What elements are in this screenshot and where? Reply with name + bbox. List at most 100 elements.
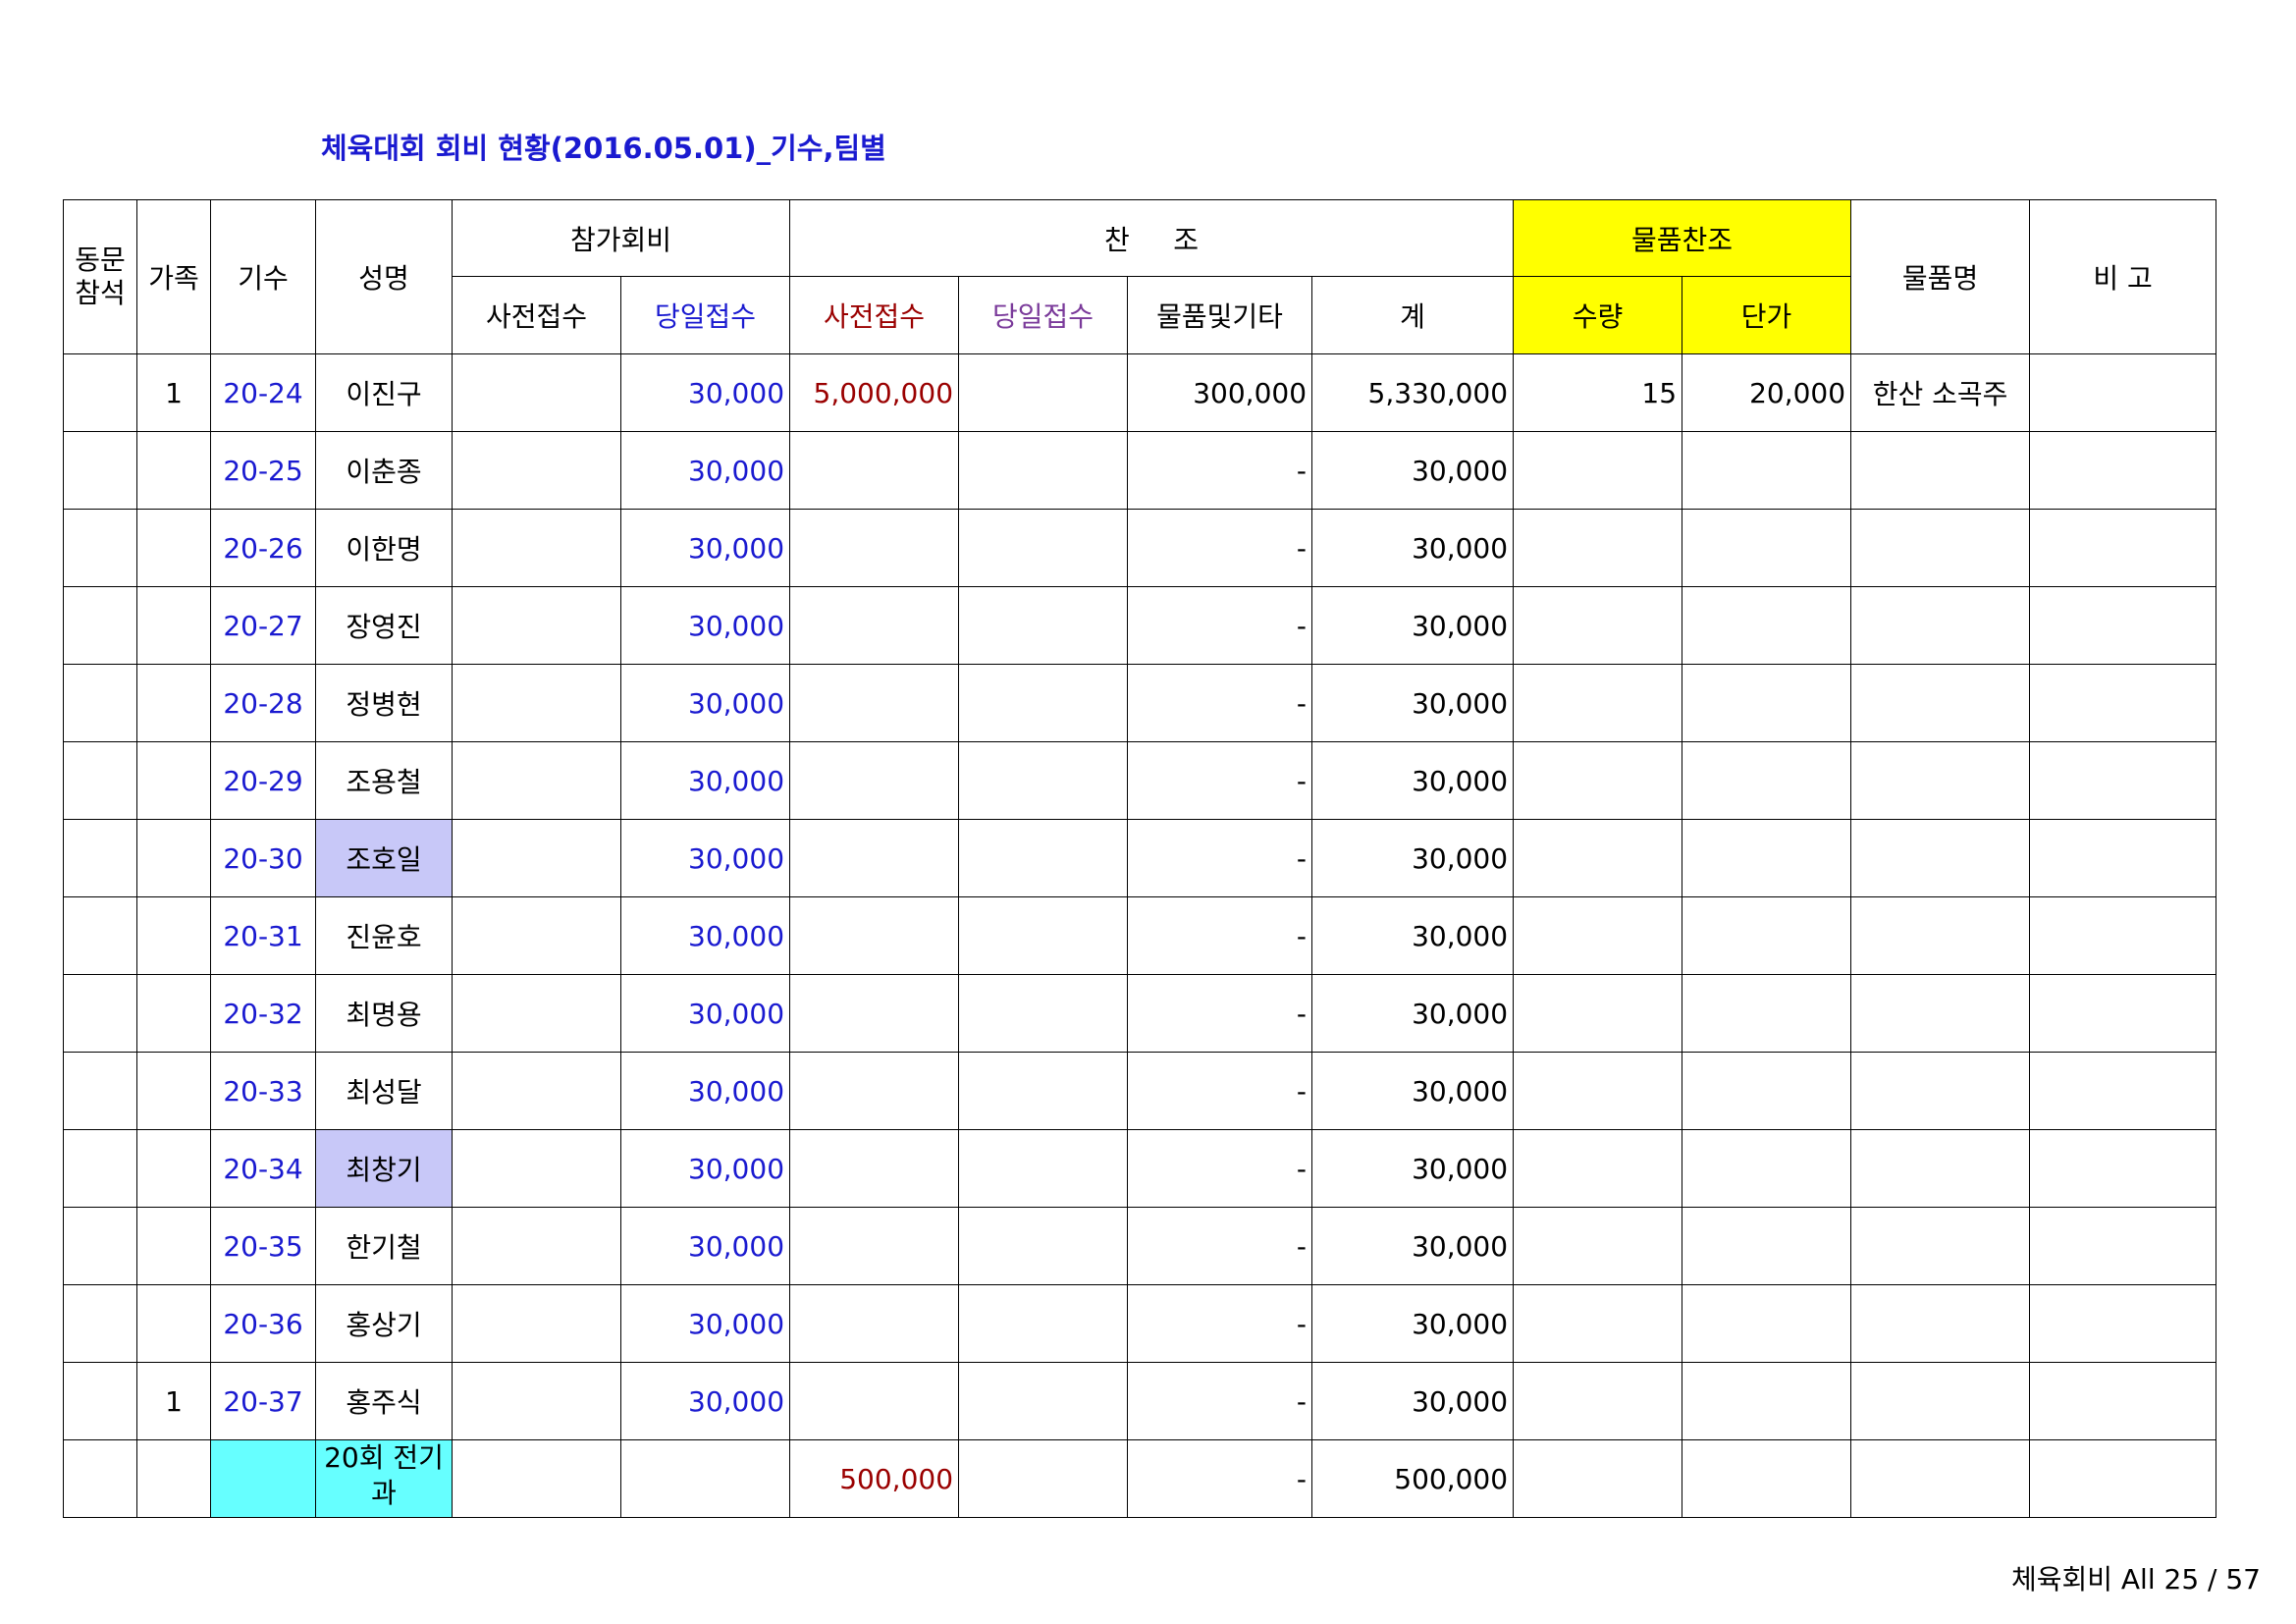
table-row: 20-36 홍상기 30,000-30,000 <box>63 1284 2217 1363</box>
cell-sponsor-goods: - <box>1127 896 1313 975</box>
cell-sponsor-pre: 5,000,000 <box>789 353 960 432</box>
header-gisu: 기수 <box>210 199 316 354</box>
cell-goods-name <box>1850 1284 2031 1363</box>
cell-sponsor-total: 30,000 <box>1311 431 1515 510</box>
cell-sponsor-goods: - <box>1127 1362 1313 1440</box>
table-row: 1 20-37 홍주식 30,000-30,000 <box>63 1362 2217 1440</box>
summary-sponsor-total: 500,000 <box>1311 1439 1515 1518</box>
cell-sponsor-goods: - <box>1127 819 1313 897</box>
cell-sponsor-goods: - <box>1127 586 1313 665</box>
cell-fee-day: 30,000 <box>619 974 791 1053</box>
cell-sponsor-day <box>958 353 1129 432</box>
cell-goods-name <box>1850 586 2031 665</box>
cell-gisu: 20-30 <box>210 819 316 897</box>
header-fee-day: 당일접수 <box>619 276 791 354</box>
cell-fee-day: 30,000 <box>619 509 791 587</box>
cell-gisu: 20-29 <box>210 741 316 820</box>
cell-goods-name <box>1850 896 2031 975</box>
cell-sponsor-goods: - <box>1127 1207 1313 1285</box>
cell-goods-name <box>1850 741 2031 820</box>
cell-sponsor-day <box>958 431 1129 510</box>
cell-fee-pre <box>452 509 621 587</box>
cell-note <box>2029 1362 2217 1440</box>
cell-sponsor-total: 30,000 <box>1311 974 1515 1053</box>
cell-sponsor-day <box>958 741 1129 820</box>
cell-name: 장영진 <box>315 586 453 665</box>
cell-fee-pre <box>452 896 621 975</box>
cell-sponsor-day <box>958 509 1129 587</box>
cell-sponsor-total: 30,000 <box>1311 1362 1515 1440</box>
cell-sponsor-day <box>958 586 1129 665</box>
cell-sponsor-pre <box>789 896 960 975</box>
cell-sponsor-pre <box>789 1052 960 1130</box>
cell-gisu: 20-32 <box>210 974 316 1053</box>
cell-sponsor-day <box>958 819 1129 897</box>
cell-qty <box>1513 1207 1683 1285</box>
cell-sponsor-pre <box>789 1284 960 1363</box>
cell-gisu: 20-33 <box>210 1052 316 1130</box>
cell-sponsor-pre <box>789 1362 960 1440</box>
cell-fee-pre <box>452 353 621 432</box>
cell-goods-name <box>1850 1052 2031 1130</box>
summary-note <box>2029 1439 2217 1518</box>
cell-qty <box>1513 1052 1683 1130</box>
table-row: 20-26 이한명 30,000-30,000 <box>63 509 2217 587</box>
cell-goods-name <box>1850 1129 2031 1208</box>
summary-row: 20회 전기과 500,000-500,000 <box>63 1439 2217 1518</box>
cell-fee-pre <box>452 1207 621 1285</box>
cell-sponsor-total: 30,000 <box>1311 1207 1515 1285</box>
cell-fee-pre <box>452 974 621 1053</box>
cell-note <box>2029 509 2217 587</box>
cell-qty <box>1513 819 1683 897</box>
cell-attend <box>63 896 137 975</box>
cell-sponsor-pre <box>789 1207 960 1285</box>
cell-sponsor-pre <box>789 819 960 897</box>
cell-name: 조용철 <box>315 741 453 820</box>
cell-fee-pre <box>452 1362 621 1440</box>
cell-sponsor-goods: - <box>1127 664 1313 742</box>
summary-sponsor-goods: - <box>1127 1439 1313 1518</box>
cell-qty <box>1513 896 1683 975</box>
cell-family <box>136 896 211 975</box>
summary-family <box>136 1439 211 1518</box>
cell-note <box>2029 664 2217 742</box>
cell-attend <box>63 1052 137 1130</box>
cell-sponsor-day <box>958 1362 1129 1440</box>
dues-table: 동문 참석 가족 기수 성명 참가회비 찬 조 물품찬조 물품명 비 고 사전접… <box>63 199 2217 1518</box>
cell-name: 최명용 <box>315 974 453 1053</box>
cell-family <box>136 586 211 665</box>
cell-sponsor-goods: - <box>1127 1284 1313 1363</box>
cell-attend <box>63 509 137 587</box>
cell-sponsor-day <box>958 1129 1129 1208</box>
cell-sponsor-goods: 300,000 <box>1127 353 1313 432</box>
header-fee-pre: 사전접수 <box>452 276 621 354</box>
header-goods-group: 물품찬조 <box>1513 199 1852 277</box>
cell-attend <box>63 586 137 665</box>
cell-fee-day: 30,000 <box>619 1362 791 1440</box>
header-sponsor-day: 당일접수 <box>958 276 1129 354</box>
cell-goods-name <box>1850 509 2031 587</box>
cell-attend <box>63 431 137 510</box>
cell-sponsor-total: 30,000 <box>1311 741 1515 820</box>
cell-sponsor-total: 30,000 <box>1311 1129 1515 1208</box>
cell-fee-day: 30,000 <box>619 431 791 510</box>
cell-family <box>136 974 211 1053</box>
cell-fee-pre <box>452 431 621 510</box>
cell-note <box>2029 819 2217 897</box>
cell-sponsor-pre <box>789 431 960 510</box>
cell-price <box>1682 741 1852 820</box>
cell-fee-day: 30,000 <box>619 664 791 742</box>
cell-gisu: 20-24 <box>210 353 316 432</box>
cell-qty <box>1513 431 1683 510</box>
cell-name: 홍상기 <box>315 1284 453 1363</box>
cell-sponsor-pre <box>789 974 960 1053</box>
cell-sponsor-total: 30,000 <box>1311 1284 1515 1363</box>
page-footer: 체육회비 All 25 / 57 <box>2010 1563 2261 1596</box>
cell-goods-name: 한산 소곡주 <box>1850 353 2031 432</box>
cell-sponsor-day <box>958 1052 1129 1130</box>
cell-fee-day: 30,000 <box>619 586 791 665</box>
header-qty: 수량 <box>1513 276 1683 354</box>
cell-attend <box>63 741 137 820</box>
cell-note <box>2029 1284 2217 1363</box>
cell-attend <box>63 664 137 742</box>
